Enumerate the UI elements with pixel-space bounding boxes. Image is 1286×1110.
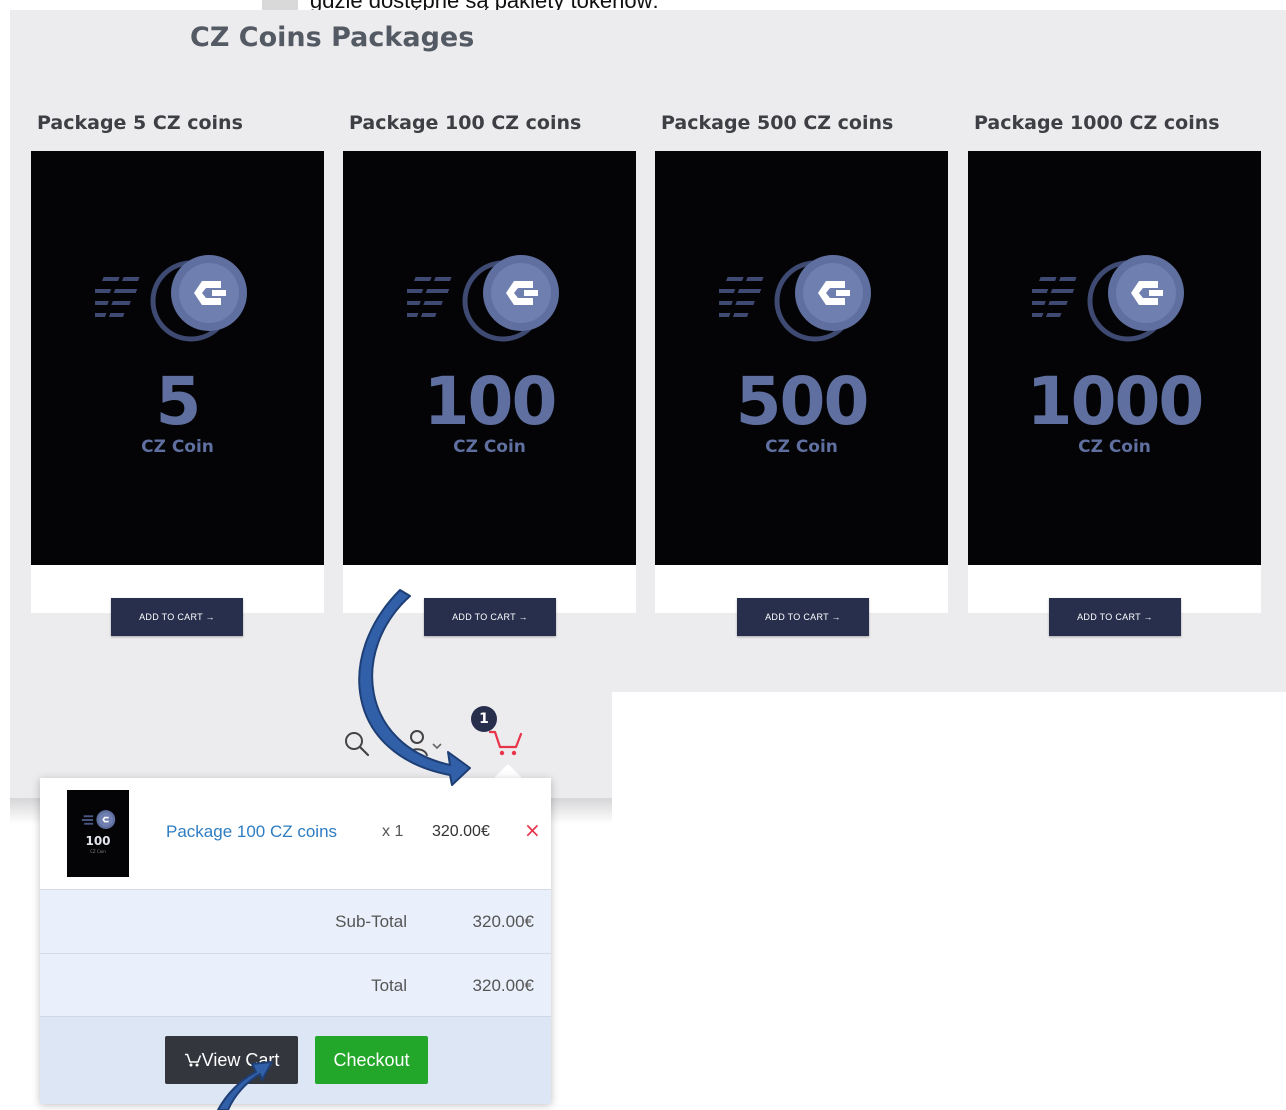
- coin-unit: CZ Coin: [453, 437, 526, 457]
- cart-icon[interactable]: [488, 728, 524, 758]
- coin-icon: [407, 255, 559, 342]
- caption-text: gdzie dostępne są pakiety tokenów:: [310, 0, 659, 10]
- thumb-unit: CZ Coin: [90, 849, 106, 854]
- page-title: CZ Coins Packages: [190, 22, 475, 53]
- coin-unit: CZ Coin: [1078, 437, 1151, 457]
- product-title[interactable]: Package 500 CZ coins: [661, 112, 893, 134]
- user-icon[interactable]: [405, 728, 445, 758]
- product-image[interactable]: 500 CZ Coin: [655, 151, 948, 565]
- add-to-cart-button[interactable]: ADD TO CART →: [737, 598, 869, 636]
- remove-item-icon[interactable]: ×: [524, 818, 541, 842]
- product-title[interactable]: Package 1000 CZ coins: [974, 112, 1220, 134]
- coin-amount: 1000: [1026, 363, 1205, 440]
- mini-cart-dropdown: 100 CZ Coin Package 100 CZ coins x 1 320…: [40, 778, 551, 1104]
- store-section: CZ Coins Packages Package 5 CZ coins 5 C…: [10, 10, 1286, 692]
- cart-item-price: 320.00€: [432, 823, 490, 840]
- view-cart-button[interactable]: View Cart: [165, 1036, 298, 1084]
- total-row: Total 320.00€: [40, 953, 551, 1017]
- subtotal-label: Sub-Total: [335, 912, 407, 931]
- add-to-cart-button[interactable]: ADD TO CART →: [111, 598, 243, 636]
- product-image[interactable]: 5 CZ Coin: [31, 151, 324, 565]
- product-title[interactable]: Package 100 CZ coins: [349, 112, 581, 134]
- cart-item-thumbnail[interactable]: 100 CZ Coin: [67, 790, 129, 877]
- coin-icon: [95, 255, 247, 342]
- cart-item-row: 100 CZ Coin Package 100 CZ coins x 1 320…: [40, 778, 551, 888]
- coin-icon: [719, 255, 871, 342]
- total-value: 320.00€: [472, 976, 534, 995]
- add-to-cart-button[interactable]: ADD TO CART →: [424, 598, 556, 636]
- caption-image-icon: [262, 0, 298, 10]
- product-title[interactable]: Package 5 CZ coins: [37, 112, 243, 134]
- add-to-cart-button[interactable]: ADD TO CART →: [1049, 598, 1181, 636]
- coin-amount: 100: [423, 363, 558, 440]
- cart-icon: [184, 1053, 201, 1066]
- cart-actions: View Cart Checkout: [40, 1016, 551, 1104]
- coin-icon: [81, 810, 116, 829]
- coin-unit: CZ Coin: [765, 437, 838, 457]
- coin-amount: 500: [735, 363, 870, 440]
- cart-item-link[interactable]: Package 100 CZ coins: [166, 822, 337, 842]
- coin-unit: CZ Coin: [141, 437, 214, 457]
- search-icon[interactable]: [343, 730, 371, 758]
- coin-amount: 5: [155, 363, 202, 440]
- view-cart-label: View Cart: [201, 1049, 280, 1070]
- checkout-button[interactable]: Checkout: [315, 1036, 428, 1084]
- subtotal-value: 320.00€: [472, 912, 534, 931]
- cart-item-quantity: x 1: [382, 823, 404, 840]
- total-label: Total: [371, 976, 407, 995]
- coin-icon: [1032, 255, 1184, 342]
- product-image[interactable]: 100 CZ Coin: [343, 151, 636, 565]
- product-image[interactable]: 1000 CZ Coin: [968, 151, 1261, 565]
- caption-strip: gdzie dostępne są pakiety tokenów:: [0, 0, 1286, 10]
- thumb-amount: 100: [85, 834, 111, 848]
- subtotal-row: Sub-Total 320.00€: [40, 889, 551, 953]
- dropdown-caret: [494, 764, 522, 778]
- cart-count-badge: 1: [471, 706, 497, 732]
